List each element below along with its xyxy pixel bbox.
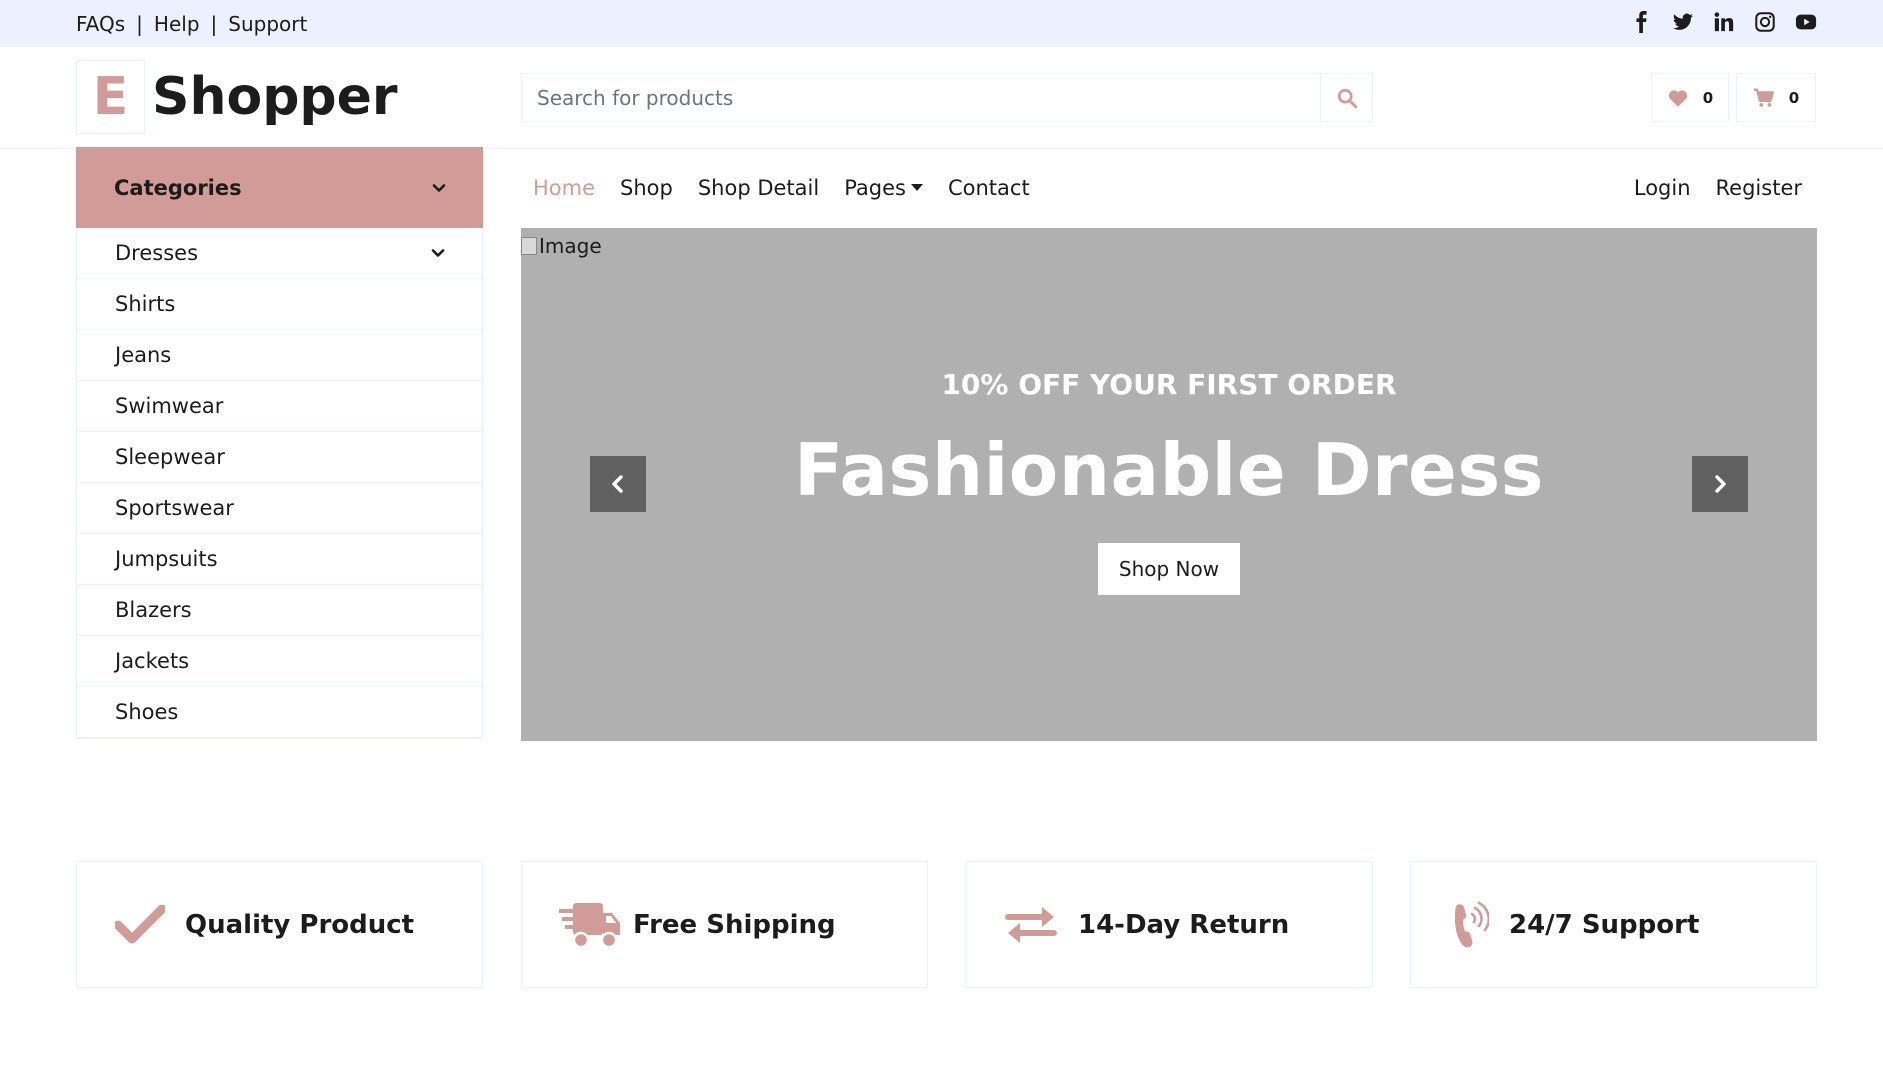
category-label: Shirts — [115, 292, 176, 316]
search-input[interactable] — [522, 74, 1320, 121]
broken-image-icon — [521, 237, 537, 255]
category-swimwear[interactable]: Swimwear — [77, 381, 482, 432]
topbar: FAQs | Help | Support — [0, 0, 1883, 47]
phone-volume-icon — [1455, 901, 1489, 947]
feature-label: 24/7 Support — [1509, 909, 1700, 940]
shipping-truck-icon — [559, 902, 620, 948]
register-link[interactable]: Register — [1716, 176, 1802, 200]
cart-icon — [1753, 88, 1774, 107]
category-dresses[interactable]: Dresses — [77, 228, 482, 279]
wishlist-button[interactable]: 0 — [1651, 73, 1729, 122]
hero-image-placeholder: Image — [521, 234, 602, 258]
cart-button[interactable]: 0 — [1736, 73, 1816, 122]
category-label: Sportswear — [115, 496, 234, 520]
nav-shop-detail[interactable]: Shop Detail — [698, 176, 819, 200]
search-bar — [521, 73, 1373, 122]
hero-subtitle: 10% OFF YOUR FIRST ORDER — [941, 368, 1397, 401]
category-label: Shoes — [115, 700, 179, 724]
chevron-down-icon — [431, 249, 445, 257]
social-links — [1631, 0, 1817, 43]
search-icon — [1337, 88, 1357, 108]
feature-label: Quality Product — [185, 909, 415, 940]
feature-shipping: Free Shipping — [521, 861, 928, 988]
categories-toggle[interactable]: Categories — [76, 147, 483, 228]
category-jumpsuits[interactable]: Jumpsuits — [77, 534, 482, 585]
category-label: Jackets — [115, 649, 190, 673]
chevron-right-icon — [1715, 475, 1726, 493]
nav-pages-label: Pages — [844, 175, 906, 200]
facebook-icon[interactable] — [1631, 10, 1653, 33]
hero-title: Fashionable Dress — [793, 428, 1545, 512]
search-button[interactable] — [1320, 74, 1372, 121]
login-link[interactable]: Login — [1634, 176, 1691, 200]
categories-title: Categories — [114, 175, 242, 200]
carousel-next-button[interactable] — [1692, 456, 1748, 512]
nav-home[interactable]: Home — [533, 176, 595, 200]
category-label: Sleepwear — [115, 445, 225, 469]
twitter-icon[interactable] — [1672, 11, 1694, 33]
nav-account: Login Register — [1634, 147, 1802, 228]
main-nav: Home Shop Shop Detail Pages Contact Logi… — [533, 147, 1815, 228]
categories-list: Dresses Shirts Jeans Swimwear Sleepwear … — [76, 228, 483, 739]
wishlist-count: 0 — [1702, 88, 1714, 107]
chevron-down-icon — [432, 183, 446, 192]
link-separator: | — [136, 11, 143, 36]
nav-contact[interactable]: Contact — [948, 176, 1030, 200]
youtube-icon[interactable] — [1795, 11, 1817, 33]
check-icon — [115, 904, 165, 943]
feature-quality: Quality Product — [76, 861, 483, 988]
header: E Shopper 0 0 — [0, 47, 1883, 149]
category-label: Blazers — [115, 598, 192, 622]
carousel-prev-button[interactable] — [590, 456, 646, 512]
category-label: Jumpsuits — [115, 547, 218, 571]
logo[interactable]: E Shopper — [76, 60, 398, 134]
logo-text: Shopper — [152, 67, 398, 127]
chevron-left-icon — [612, 475, 623, 493]
top-links: FAQs | Help | Support — [76, 0, 307, 47]
help-link[interactable]: Help — [154, 12, 200, 36]
link-separator: | — [210, 11, 218, 36]
cart-count: 0 — [1788, 88, 1800, 107]
category-sportswear[interactable]: Sportswear — [77, 483, 482, 534]
category-shoes[interactable]: Shoes — [77, 687, 482, 738]
nav-pages[interactable]: Pages — [844, 176, 923, 200]
feature-label: 14-Day Return — [1078, 909, 1290, 940]
linkedin-icon[interactable] — [1713, 11, 1735, 33]
heart-icon — [1668, 89, 1687, 107]
feature-support: 24/7 Support — [1410, 861, 1817, 988]
exchange-arrows-icon — [1005, 906, 1057, 943]
category-label: Dresses — [115, 241, 199, 265]
category-jeans[interactable]: Jeans — [77, 330, 482, 381]
feature-label: Free Shipping — [633, 909, 836, 940]
shop-now-button[interactable]: Shop Now — [1098, 543, 1240, 595]
hero-carousel: Image 10% OFF YOUR FIRST ORDER Fashionab… — [521, 228, 1817, 741]
nav-shop[interactable]: Shop — [620, 176, 673, 200]
hero-image-alt: Image — [539, 234, 602, 258]
logo-letter: E — [76, 60, 145, 134]
category-shirts[interactable]: Shirts — [77, 279, 482, 330]
category-label: Jeans — [115, 343, 172, 367]
category-blazers[interactable]: Blazers — [77, 585, 482, 636]
instagram-icon[interactable] — [1754, 11, 1776, 33]
caret-down-icon — [910, 184, 923, 191]
faqs-link[interactable]: FAQs — [76, 12, 125, 36]
category-sleepwear[interactable]: Sleepwear — [77, 432, 482, 483]
category-jackets[interactable]: Jackets — [77, 636, 482, 687]
support-link[interactable]: Support — [228, 12, 307, 36]
category-label: Swimwear — [115, 394, 224, 418]
feature-return: 14-Day Return — [966, 861, 1373, 988]
